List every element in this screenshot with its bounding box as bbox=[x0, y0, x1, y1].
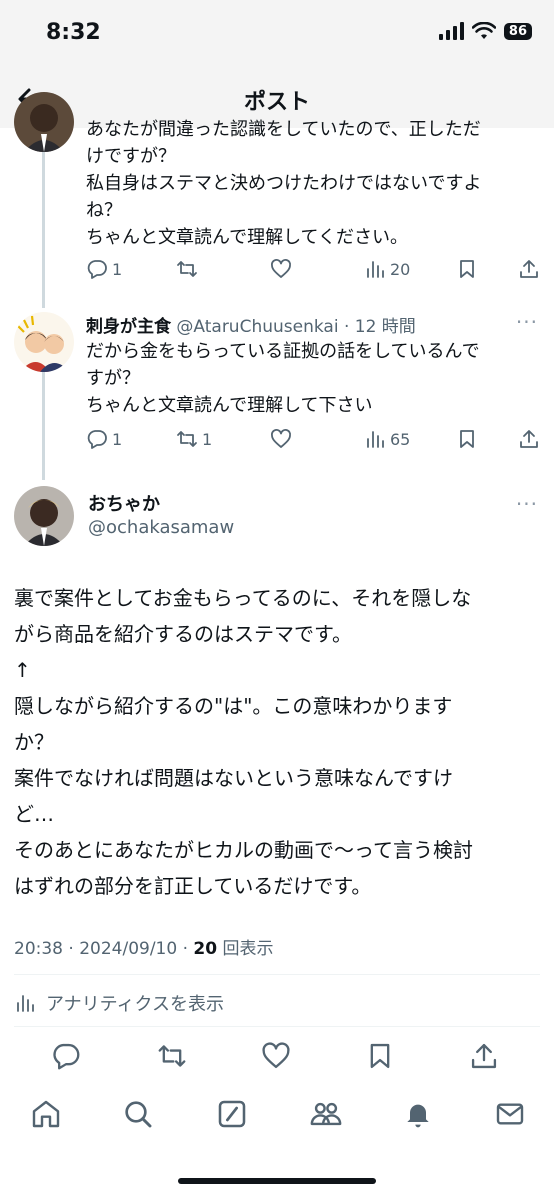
author-handle[interactable]: @ochakasamaw bbox=[88, 517, 234, 538]
views-button[interactable]: 20 bbox=[364, 258, 410, 280]
like-button[interactable] bbox=[270, 258, 296, 280]
post-meta: 20:38 · 2024/09/10 · 20 回表示 bbox=[14, 934, 273, 959]
share-icon bbox=[520, 260, 538, 278]
search-icon bbox=[125, 1101, 152, 1128]
status-icons: 86 bbox=[438, 22, 532, 40]
reply-actions: 1 1 65 bbox=[86, 428, 538, 458]
retweet-button[interactable]: 1 bbox=[176, 428, 212, 450]
author-handle[interactable]: @AtaruChuusenkai · 12 時間 bbox=[176, 317, 415, 337]
reply-text: だから金をもらっている証拠の話をしているんで すが？ ちゃんと文章読んで理解して… bbox=[86, 341, 480, 416]
view-label: 回表示 bbox=[217, 939, 274, 959]
bell-icon bbox=[407, 1104, 429, 1128]
bookmark-icon bbox=[460, 260, 474, 278]
avatar[interactable] bbox=[14, 312, 74, 372]
reply-actions: 1 20 bbox=[86, 258, 538, 288]
battery-indicator: 86 bbox=[503, 22, 532, 40]
views-icon bbox=[367, 261, 384, 278]
more-button[interactable]: ··· bbox=[516, 310, 538, 334]
retweet-button[interactable] bbox=[176, 258, 202, 280]
more-button[interactable]: ··· bbox=[516, 492, 538, 516]
status-time: 8:32 bbox=[46, 20, 101, 45]
home-indicator bbox=[178, 1178, 376, 1184]
reply-button[interactable]: 1 bbox=[86, 258, 122, 280]
tab-notifications[interactable] bbox=[398, 1094, 438, 1134]
analytics-icon bbox=[17, 995, 34, 1012]
home-icon bbox=[32, 1100, 60, 1128]
page-title: ポスト bbox=[243, 90, 310, 115]
communities-icon bbox=[310, 1102, 342, 1126]
signal-icon bbox=[438, 22, 464, 40]
heart-icon bbox=[262, 1042, 290, 1069]
reply-button[interactable]: 1 bbox=[86, 428, 122, 450]
retweet-icon bbox=[177, 261, 197, 277]
bookmark-button[interactable] bbox=[456, 258, 478, 280]
analytics-label: アナリティクスを表示 bbox=[46, 994, 225, 1015]
tab-grok[interactable] bbox=[212, 1094, 252, 1134]
mail-icon bbox=[496, 1103, 524, 1125]
share-button[interactable] bbox=[518, 258, 540, 280]
avatar[interactable] bbox=[14, 92, 74, 152]
author-line: 刺身が主食 @AtaruChuusenkai · 12 時間 bbox=[86, 312, 416, 337]
avatar[interactable] bbox=[14, 486, 74, 546]
heart-icon bbox=[271, 429, 291, 448]
post-timestamp: 20:38 · 2024/09/10 · bbox=[14, 939, 194, 959]
thread-line bbox=[42, 372, 45, 480]
share-icon bbox=[471, 1043, 497, 1069]
views-button[interactable]: 65 bbox=[364, 428, 410, 450]
post-text: 裏で案件としてお金もらってるのに、それを隠しな がら商品を紹介するのはステマです… bbox=[14, 586, 473, 898]
reply-text: あなたが間違った認識をしていたので、正しただ けですが？ 私自身はステマと決めつ… bbox=[86, 119, 482, 248]
reply-icon bbox=[87, 430, 107, 449]
heart-icon bbox=[271, 259, 291, 278]
wifi-icon bbox=[471, 22, 496, 39]
author-name[interactable]: おちゃか bbox=[88, 490, 160, 516]
status-bar: 8:32 86 bbox=[0, 0, 554, 70]
share-icon bbox=[520, 430, 538, 448]
author-name[interactable]: 刺身が主食 bbox=[86, 317, 171, 337]
bookmark-icon bbox=[460, 430, 474, 448]
reply-icon bbox=[87, 260, 107, 279]
tab-communities[interactable] bbox=[306, 1094, 346, 1134]
retweet-button[interactable] bbox=[152, 1036, 192, 1076]
tab-home[interactable] bbox=[26, 1094, 66, 1134]
divider bbox=[14, 974, 540, 975]
reply-icon bbox=[53, 1043, 80, 1070]
bookmark-button[interactable] bbox=[360, 1036, 400, 1076]
grok-icon bbox=[218, 1100, 246, 1128]
bookmark-icon bbox=[370, 1043, 390, 1069]
share-button[interactable] bbox=[518, 428, 540, 450]
view-count: 20 bbox=[193, 939, 218, 959]
views-icon bbox=[367, 431, 384, 448]
tab-search[interactable] bbox=[118, 1094, 158, 1134]
thread-line bbox=[42, 128, 45, 308]
like-button[interactable] bbox=[256, 1036, 296, 1076]
bookmark-button[interactable] bbox=[456, 428, 478, 450]
tab-messages[interactable] bbox=[490, 1094, 530, 1134]
analytics-link[interactable]: アナリティクスを表示 bbox=[14, 990, 224, 1016]
like-button[interactable] bbox=[270, 428, 296, 450]
share-button[interactable] bbox=[464, 1036, 504, 1076]
retweet-icon bbox=[158, 1045, 186, 1067]
reply-button[interactable] bbox=[46, 1036, 86, 1076]
divider bbox=[14, 1026, 540, 1027]
retweet-icon bbox=[177, 431, 197, 447]
post-actions bbox=[0, 1036, 554, 1076]
